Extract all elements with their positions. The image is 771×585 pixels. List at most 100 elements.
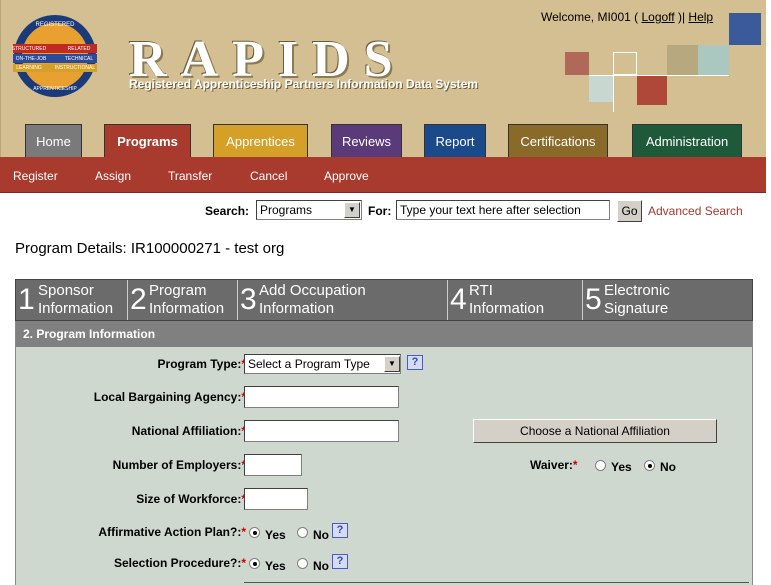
rapids-logo: REGISTERED STRUCTURED RELATED ON-THE-JOB… bbox=[12, 15, 97, 97]
advanced-search-link[interactable]: Advanced Search bbox=[648, 204, 743, 218]
tab-certifications[interactable]: Certifications bbox=[508, 124, 608, 158]
national-affiliation-label: National Affiliation:* bbox=[131, 424, 246, 438]
step-3-occupation[interactable]: 3 Add Occupation Information bbox=[238, 280, 448, 320]
logo-text-onthejob: ON-THE-JOB bbox=[16, 56, 47, 62]
step-tabs: 1 Sponsor Information 2 Program Information … bbox=[15, 279, 753, 321]
decor-square bbox=[589, 75, 613, 102]
help-icon[interactable]: ? bbox=[332, 523, 348, 538]
search-input[interactable]: Type your text here after selection bbox=[396, 200, 610, 220]
step-1-sponsor[interactable]: 1 Sponsor Information bbox=[16, 280, 128, 320]
affirmative-no-radio[interactable] bbox=[297, 527, 308, 538]
sub-navigation: Register Assign Transfer Cancel Approve bbox=[0, 157, 766, 193]
num-employers-label: Number of Employers:* bbox=[112, 458, 246, 472]
search-bar: Search: Programs ▼ For: Type your text h… bbox=[0, 200, 766, 224]
step-number: 2 bbox=[130, 283, 147, 316]
tab-reviews[interactable]: Reviews bbox=[331, 124, 402, 158]
chevron-down-icon[interactable]: ▼ bbox=[344, 202, 360, 218]
go-button[interactable]: Go bbox=[617, 200, 642, 222]
tab-report[interactable]: Report bbox=[424, 124, 486, 158]
help-link[interactable]: Help bbox=[688, 10, 713, 24]
waiver-label: Waiver:* bbox=[530, 458, 578, 472]
app-subtitle: Registered Apprenticeship Partners Infor… bbox=[129, 77, 478, 91]
tab-home-label: Home bbox=[36, 134, 71, 149]
step-5-signature[interactable]: 5 Electronic Signature bbox=[583, 280, 752, 320]
step-label: RTI Information bbox=[469, 282, 545, 317]
subnav-cancel[interactable]: Cancel bbox=[250, 169, 287, 183]
step-label: Program Information bbox=[149, 282, 225, 317]
panel-heading: 2. Program Information bbox=[16, 321, 752, 347]
program-type-label: Program Type:* bbox=[157, 357, 246, 371]
subnav-register[interactable]: Register bbox=[13, 169, 58, 183]
decor-line bbox=[589, 75, 729, 76]
workforce-label: Size of Workforce:* bbox=[136, 492, 246, 506]
tab-programs-label: Programs bbox=[117, 134, 178, 149]
logo-text-registered: REGISTERED bbox=[35, 22, 75, 28]
logoff-link[interactable]: Logoff bbox=[641, 10, 674, 24]
for-label: For: bbox=[368, 204, 392, 218]
selection-procedure-label: Selection Procedure?:* bbox=[113, 556, 246, 570]
local-bargaining-label: Local Bargaining Agency:* bbox=[93, 390, 246, 404]
help-icon[interactable]: ? bbox=[332, 554, 348, 569]
decor-square bbox=[613, 52, 637, 75]
tab-administration[interactable]: Administration bbox=[632, 124, 742, 158]
decor-line bbox=[613, 52, 614, 112]
welcome-bar: Welcome, MI001 ( Logoff )| Help bbox=[541, 10, 713, 24]
affirmative-no-label: No bbox=[313, 528, 329, 542]
decor-square bbox=[637, 75, 667, 105]
logo-text-related: RELATED bbox=[68, 46, 91, 52]
workforce-input[interactable] bbox=[244, 488, 308, 510]
welcome-text: Welcome, MI001 ( bbox=[541, 10, 642, 24]
step-number: 4 bbox=[450, 283, 467, 316]
main-tabs: Home Programs Apprentices Reviews Report… bbox=[0, 124, 766, 159]
program-type-value: Select a Program Type bbox=[248, 357, 370, 371]
logo-text-technical: TECHNICAL bbox=[65, 56, 94, 62]
selection-yes-radio[interactable] bbox=[249, 558, 260, 569]
local-bargaining-input[interactable] bbox=[244, 386, 399, 408]
search-input-text: Type your text here after selection bbox=[400, 203, 581, 217]
help-icon[interactable]: ? bbox=[407, 355, 423, 370]
page-title: Program Details: IR100000271 - test org bbox=[15, 240, 285, 257]
step-label: Add Occupation Information bbox=[259, 282, 366, 317]
step-number: 5 bbox=[585, 283, 602, 316]
search-category-value: Programs bbox=[260, 203, 313, 217]
search-label: Search: bbox=[205, 204, 250, 218]
program-type-select[interactable]: Select a Program Type bbox=[244, 354, 401, 374]
program-info-panel: 2. Program Information Program Type:* Se… bbox=[15, 321, 753, 585]
waiver-yes-radio[interactable] bbox=[595, 460, 606, 471]
subnav-assign[interactable]: Assign bbox=[95, 169, 131, 183]
logo-text-learning: LEARNING bbox=[16, 65, 42, 71]
num-employers-input[interactable] bbox=[244, 454, 302, 476]
welcome-sep: )| bbox=[674, 10, 689, 24]
choose-affiliation-label: Choose a National Affiliation bbox=[520, 424, 670, 438]
decor-square bbox=[565, 52, 589, 75]
selection-yes-label: Yes bbox=[265, 559, 286, 573]
step-number: 1 bbox=[18, 283, 35, 316]
subnav-transfer[interactable]: Transfer bbox=[168, 169, 212, 183]
step-4-rti[interactable]: 4 RTI Information bbox=[448, 280, 583, 320]
subnav-approve[interactable]: Approve bbox=[324, 169, 369, 183]
step-label: Sponsor Information bbox=[38, 282, 114, 317]
tab-administration-label: Administration bbox=[645, 134, 729, 149]
choose-national-affiliation-button[interactable]: Choose a National Affiliation bbox=[473, 419, 717, 443]
waiver-no-radio[interactable] bbox=[644, 460, 655, 471]
chevron-down-icon[interactable]: ▼ bbox=[384, 356, 400, 372]
decor-square bbox=[698, 45, 729, 75]
logo-text-instructional: INSTRUCTIONAL bbox=[55, 65, 96, 71]
national-affiliation-input[interactable] bbox=[244, 420, 399, 442]
step-2-program[interactable]: 2 Program Information bbox=[128, 280, 238, 320]
tab-apprentices-label: Apprentices bbox=[226, 134, 295, 149]
go-button-label: Go bbox=[621, 204, 638, 218]
decor-square bbox=[667, 45, 698, 75]
selection-no-label: No bbox=[313, 559, 329, 573]
logo-text-apprenticeship: APPRENTICESHIP bbox=[33, 86, 77, 92]
tab-certifications-label: Certifications bbox=[520, 134, 596, 149]
tab-home[interactable]: Home bbox=[25, 124, 82, 158]
selection-no-radio[interactable] bbox=[297, 558, 308, 569]
decor-square bbox=[729, 13, 761, 45]
step-number: 3 bbox=[240, 283, 257, 316]
waiver-no-label: No bbox=[660, 460, 676, 474]
tab-apprentices[interactable]: Apprentices bbox=[213, 124, 308, 158]
affirmative-yes-radio[interactable] bbox=[249, 527, 260, 538]
tab-programs[interactable]: Programs bbox=[104, 124, 191, 159]
waiver-yes-label: Yes bbox=[611, 460, 632, 474]
